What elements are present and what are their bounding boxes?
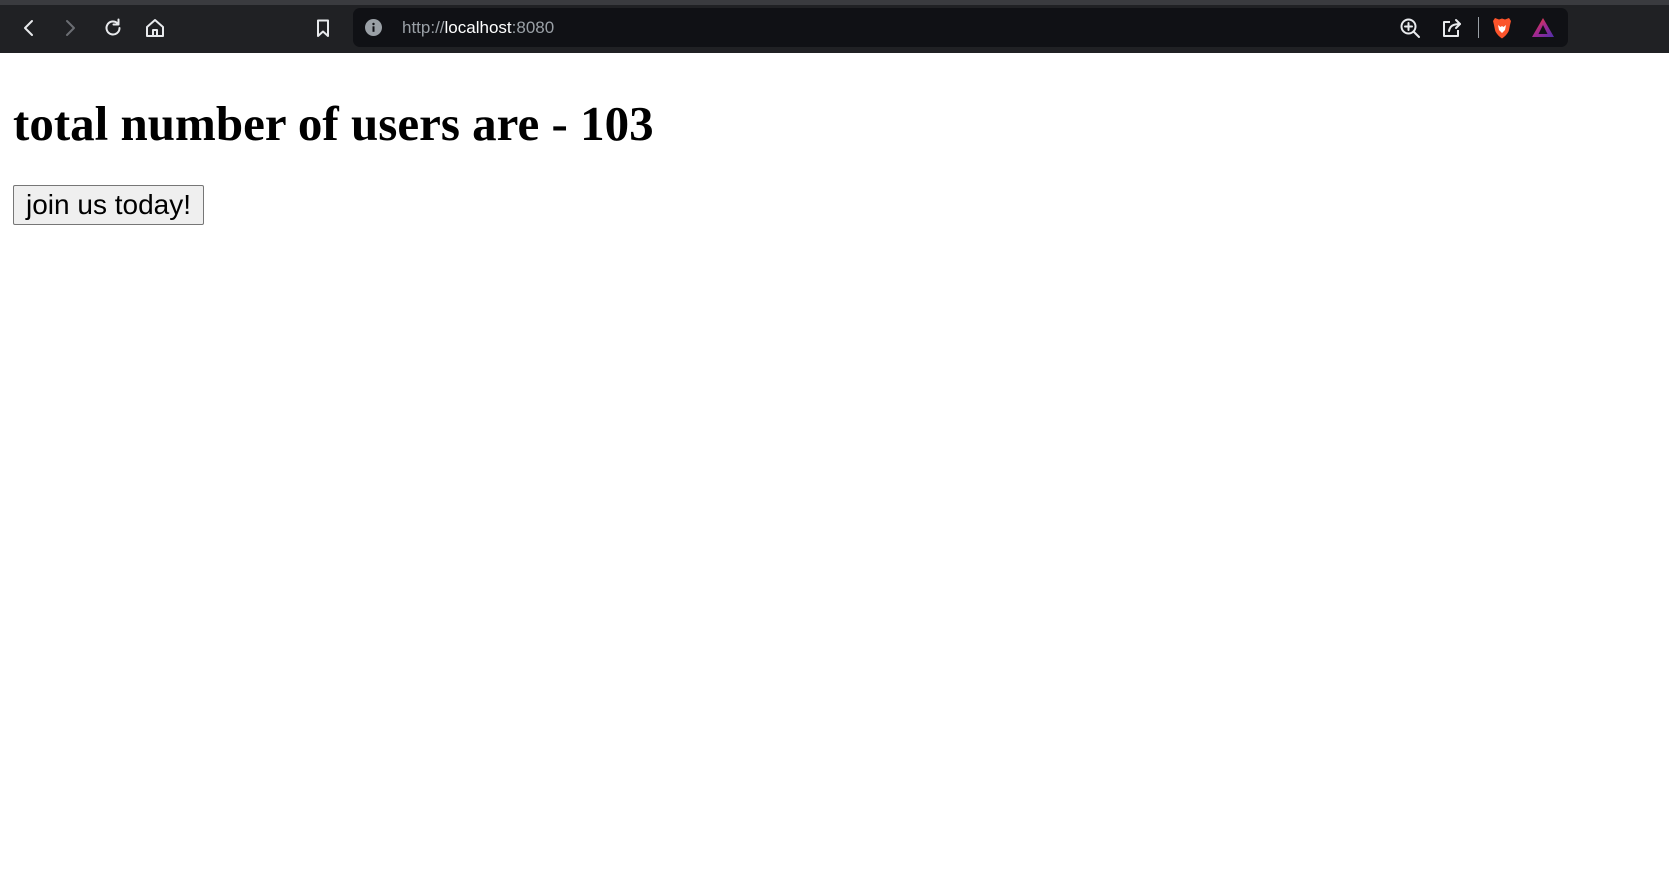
info-icon[interactable] — [365, 19, 382, 36]
brave-rewards-button[interactable] — [1529, 14, 1557, 42]
join-us-button[interactable]: join us today! — [13, 185, 204, 225]
chevron-left-icon — [24, 20, 33, 36]
address-bar[interactable]: http://localhost:8080 — [353, 8, 1568, 47]
page-title: total number of users are - 103 — [13, 96, 654, 151]
home-icon — [146, 19, 164, 37]
reload-icon — [105, 18, 121, 36]
bookmark-button[interactable] — [309, 14, 337, 42]
zoom-in-icon — [1400, 18, 1420, 38]
share-icon — [1443, 19, 1461, 37]
bookmark-icon — [317, 19, 329, 37]
brave-lion-icon — [1493, 18, 1511, 39]
chevron-right-icon — [66, 20, 75, 36]
browser-toolbar: http://localhost:8080 — [0, 0, 1669, 53]
home-button[interactable] — [141, 14, 169, 42]
url-port: :8080 — [511, 18, 555, 37]
url-host: localhost — [444, 18, 512, 37]
reload-button[interactable] — [99, 14, 127, 42]
forward-button[interactable] — [56, 14, 84, 42]
back-button[interactable] — [15, 14, 43, 42]
zoom-button[interactable] — [1396, 14, 1424, 42]
url-scheme: http:// — [402, 18, 445, 37]
page-content: total number of users are - 103 join us … — [0, 96, 1669, 225]
brave-shields-button[interactable] — [1488, 14, 1516, 42]
url-text[interactable]: http://localhost:8080 — [402, 8, 554, 47]
share-button[interactable] — [1438, 14, 1466, 42]
toolbar-separator — [1478, 17, 1479, 38]
brave-rewards-triangle-icon — [1532, 18, 1554, 37]
